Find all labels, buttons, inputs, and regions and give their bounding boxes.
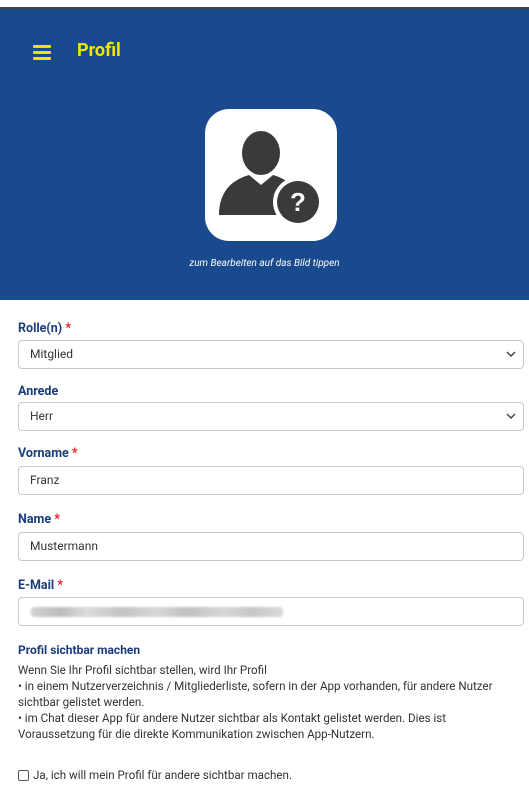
chevron-down-icon xyxy=(506,413,516,420)
salutation-label: Anrede xyxy=(18,384,59,399)
page-title: Profil xyxy=(77,40,121,61)
profile-header: Profil ? zum Bearbeiten auf das Bild tip… xyxy=(0,9,529,300)
last-name-value: Mustermann xyxy=(30,539,98,553)
salutation-value: Herr xyxy=(30,409,54,423)
role-label: Rolle(n) * xyxy=(18,321,71,336)
user-unknown-icon: ? xyxy=(219,131,323,227)
last-name-label: Name * xyxy=(18,512,60,527)
first-name-label: Vorname * xyxy=(18,446,78,461)
chevron-down-icon xyxy=(506,351,516,358)
role-value: Mitglied xyxy=(30,347,74,361)
first-name-input[interactable]: Franz xyxy=(18,466,524,495)
required-marker: * xyxy=(65,321,71,336)
salutation-select[interactable]: Herr xyxy=(18,402,524,431)
visibility-bullet-chat: • im Chat dieser App für andere Nutzer s… xyxy=(18,711,447,741)
visibility-checkbox-label: Ja, ich will mein Profil für andere sich… xyxy=(33,768,293,782)
svg-text:?: ? xyxy=(290,187,306,217)
last-name-input[interactable]: Mustermann xyxy=(18,532,524,561)
email-label: E-Mail * xyxy=(18,578,64,593)
visibility-section-title: Profil sichtbar machen xyxy=(18,643,141,657)
visibility-bullet-directory: • in einem Nutzerverzeichnis / Mitgliede… xyxy=(18,679,493,709)
required-marker: * xyxy=(54,512,60,527)
visibility-checkbox-row[interactable]: Ja, ich will mein Profil für andere sich… xyxy=(18,768,292,782)
first-name-value: Franz xyxy=(30,473,60,487)
profile-picture-button[interactable]: ? xyxy=(205,109,337,241)
email-input[interactable] xyxy=(18,597,524,626)
visibility-intro: Wenn Sie Ihr Profil sichtbar stellen, wi… xyxy=(18,663,267,677)
role-select[interactable]: Mitglied xyxy=(18,340,524,369)
redacted-email xyxy=(31,607,283,617)
status-bar-edge xyxy=(0,0,529,9)
avatar-edit-hint: zum Bearbeiten auf das Bild tippen xyxy=(189,258,340,269)
hamburger-menu-icon[interactable] xyxy=(33,45,51,60)
required-marker: * xyxy=(71,446,78,461)
required-marker: * xyxy=(57,578,64,593)
visibility-checkbox[interactable] xyxy=(18,769,29,781)
